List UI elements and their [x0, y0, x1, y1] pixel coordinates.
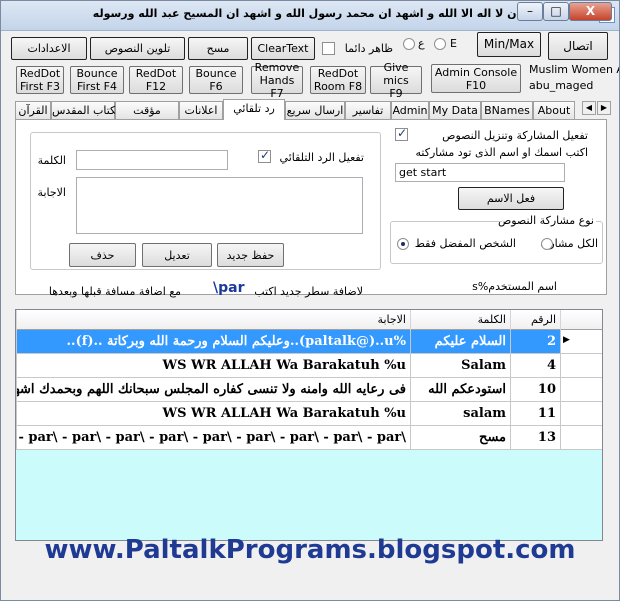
table-row[interactable]: %paltalk@)..u)..وعليكم السلام ورحمة الله…: [16, 330, 602, 354]
auto-reply-table[interactable]: الاجابة الكلمة الرقم %paltalk@)..u)..وعل…: [15, 309, 603, 541]
connect-button[interactable]: اتصال: [548, 32, 608, 60]
reddot-first-button[interactable]: RedDot First F3: [16, 66, 64, 94]
word-cell[interactable]: Salam: [410, 354, 510, 377]
settings-button[interactable]: الاعدادات: [11, 37, 87, 60]
table-row[interactable]: WS WR ALLAH Wa Barakatuh %u salam 11: [16, 402, 602, 426]
tab-quran[interactable]: القرآن: [15, 101, 51, 120]
column-header-selector: [560, 310, 602, 330]
clear-button[interactable]: مسح: [188, 37, 248, 60]
table-row[interactable]: \p\ - par\ - par\ - par\ - par\ - par\ -…: [16, 426, 602, 450]
answer-cell[interactable]: %paltalk@)..u)..وعليكم السلام ورحمة الله…: [16, 330, 410, 353]
tab-admin[interactable]: Admin: [391, 101, 429, 120]
share-preferred-radio[interactable]: [397, 238, 409, 250]
current-row-arrow-icon: ▶: [563, 335, 570, 345]
tab-bnames[interactable]: BNames: [481, 101, 533, 120]
row-selector[interactable]: ▶: [560, 330, 602, 353]
tab-quick-send[interactable]: ارسال سريع: [285, 101, 345, 120]
row-selector[interactable]: [560, 354, 602, 377]
row-selector[interactable]: [560, 378, 602, 401]
share-preferred-label: الشخص المفضل فقط: [414, 237, 516, 250]
username-token-hint: اسم المستخدم%s: [472, 280, 557, 293]
tab-tafseer[interactable]: تفاسير: [345, 101, 391, 120]
row-selector[interactable]: [560, 426, 602, 449]
always-on-top-label: ظاهر دائما: [344, 42, 393, 55]
tab-about[interactable]: About: [533, 101, 575, 120]
tab-auto-reply[interactable]: رد تلقائي: [223, 99, 285, 120]
column-header-answer[interactable]: الاجابة: [16, 310, 410, 330]
tab-my-data[interactable]: My Data: [429, 101, 481, 120]
save-new-button[interactable]: حفظ جديد: [217, 243, 284, 267]
tab-ads[interactable]: اعلانات: [179, 101, 223, 120]
answer-cell[interactable]: \p\ - par\ - par\ - par\ - par\ - par\ -…: [16, 426, 410, 449]
always-on-top-checkbox[interactable]: [322, 42, 335, 55]
word-label: الكلمة: [37, 154, 66, 167]
auto-reply-enable-checkbox[interactable]: [258, 148, 271, 163]
footer-url-label: www.PaltalkPrograms.blogspot.com: [44, 535, 576, 565]
bounce-f6-button[interactable]: Bounce F6: [189, 66, 243, 94]
maximize-button[interactable]: □: [543, 2, 569, 21]
number-cell[interactable]: 4: [510, 354, 560, 377]
column-header-word[interactable]: الكلمة: [410, 310, 510, 330]
language-english-label: E: [450, 37, 457, 50]
table-header: الاجابة الكلمة الرقم: [16, 310, 602, 330]
auto-reply-enable-label: تفعيل الرد التلقائي: [279, 151, 364, 164]
word-cell[interactable]: مسح: [410, 426, 510, 449]
color-text-button[interactable]: تلوين النصوص: [90, 37, 185, 60]
activate-name-button[interactable]: فعل الاسم: [458, 187, 564, 210]
tab-timer[interactable]: مؤقت: [115, 101, 179, 120]
admin-console-button[interactable]: Admin Console F10: [431, 64, 521, 93]
table-row[interactable]: WS WR ALLAH Wa Barakatuh %u Salam 4: [16, 354, 602, 378]
share-all-radio[interactable]: [541, 238, 553, 250]
language-arabic-radio[interactable]: [403, 38, 415, 50]
number-cell[interactable]: 10: [510, 378, 560, 401]
tab-strip: القرآن الكتاب المقدس مؤقت اعلانات رد تلق…: [15, 99, 607, 120]
remove-hands-button[interactable]: Remove Hands F7: [251, 61, 303, 100]
word-cell[interactable]: استودعكم الله: [410, 378, 510, 401]
reddot-room-button[interactable]: RedDot Room F8: [310, 66, 366, 94]
share-all-label: الكل مشارك: [540, 237, 598, 250]
share-enable-checkbox[interactable]: [395, 126, 408, 141]
bounce-first-button[interactable]: Bounce First F4: [70, 66, 124, 94]
column-header-number[interactable]: الرقم: [510, 310, 560, 330]
auto-reply-panel: تفعيل الرد التلقائي الكلمة الاجابة حذف ت…: [15, 119, 607, 295]
give-mics-button[interactable]: Give mics F9: [370, 61, 422, 100]
share-prompt-label: اكتب اسمك او اسم الذى تود مشاركته: [415, 146, 588, 159]
close-button[interactable]: X: [569, 2, 612, 21]
reddot-f12-button[interactable]: RedDot F12: [129, 66, 183, 94]
word-cell[interactable]: السلام عليكم: [410, 330, 510, 353]
share-name-input[interactable]: get start: [395, 163, 565, 182]
answer-label: الاجابة: [37, 186, 66, 199]
word-cell[interactable]: salam: [410, 402, 510, 425]
word-input[interactable]: [76, 150, 228, 170]
number-cell[interactable]: 13: [510, 426, 560, 449]
user-name-label: abu_maged: [529, 79, 594, 92]
edit-button[interactable]: تعديل: [142, 243, 212, 267]
answer-textarea[interactable]: [76, 177, 363, 234]
minmax-button[interactable]: Min/Max: [477, 32, 541, 57]
par-token: \par: [213, 280, 245, 296]
number-cell[interactable]: 11: [510, 402, 560, 425]
add-line-prefix-hint: لاضافة سطر جديد اكتب: [254, 285, 363, 298]
tab-bible[interactable]: الكتاب المقدس: [51, 101, 123, 120]
minimize-button[interactable]: –: [517, 2, 543, 21]
share-enable-label: تفعيل المشاركة وتنزيل النصوص: [442, 129, 588, 142]
language-english-radio[interactable]: [434, 38, 446, 50]
number-cell[interactable]: 2: [510, 330, 560, 353]
answer-cell[interactable]: WS WR ALLAH Wa Barakatuh %u: [16, 354, 410, 377]
table-row[interactable]: فى رعايه الله وامنه ولا تنسى كفاره المجل…: [16, 378, 602, 402]
main-window: البيان - اشهد ان لا اله الا الله و اشهد …: [0, 0, 620, 601]
add-line-suffix-hint: مع اضافة مسافة قبلها وبعدها: [48, 285, 181, 298]
answer-cell[interactable]: WS WR ALLAH Wa Barakatuh %u: [16, 402, 410, 425]
clear-text-button[interactable]: ClearText: [251, 37, 315, 60]
language-arabic-label: ع: [418, 37, 425, 50]
row-selector[interactable]: [560, 402, 602, 425]
delete-button[interactable]: حذف: [69, 243, 136, 267]
answer-cell[interactable]: فى رعايه الله وامنه ولا تنسى كفاره المجل…: [16, 378, 410, 401]
room-name-label: Muslim Women Ar: [529, 63, 619, 76]
title-bar: البيان - اشهد ان لا اله الا الله و اشهد …: [1, 1, 619, 31]
share-type-label: نوع مشاركة النصوص: [497, 214, 596, 227]
